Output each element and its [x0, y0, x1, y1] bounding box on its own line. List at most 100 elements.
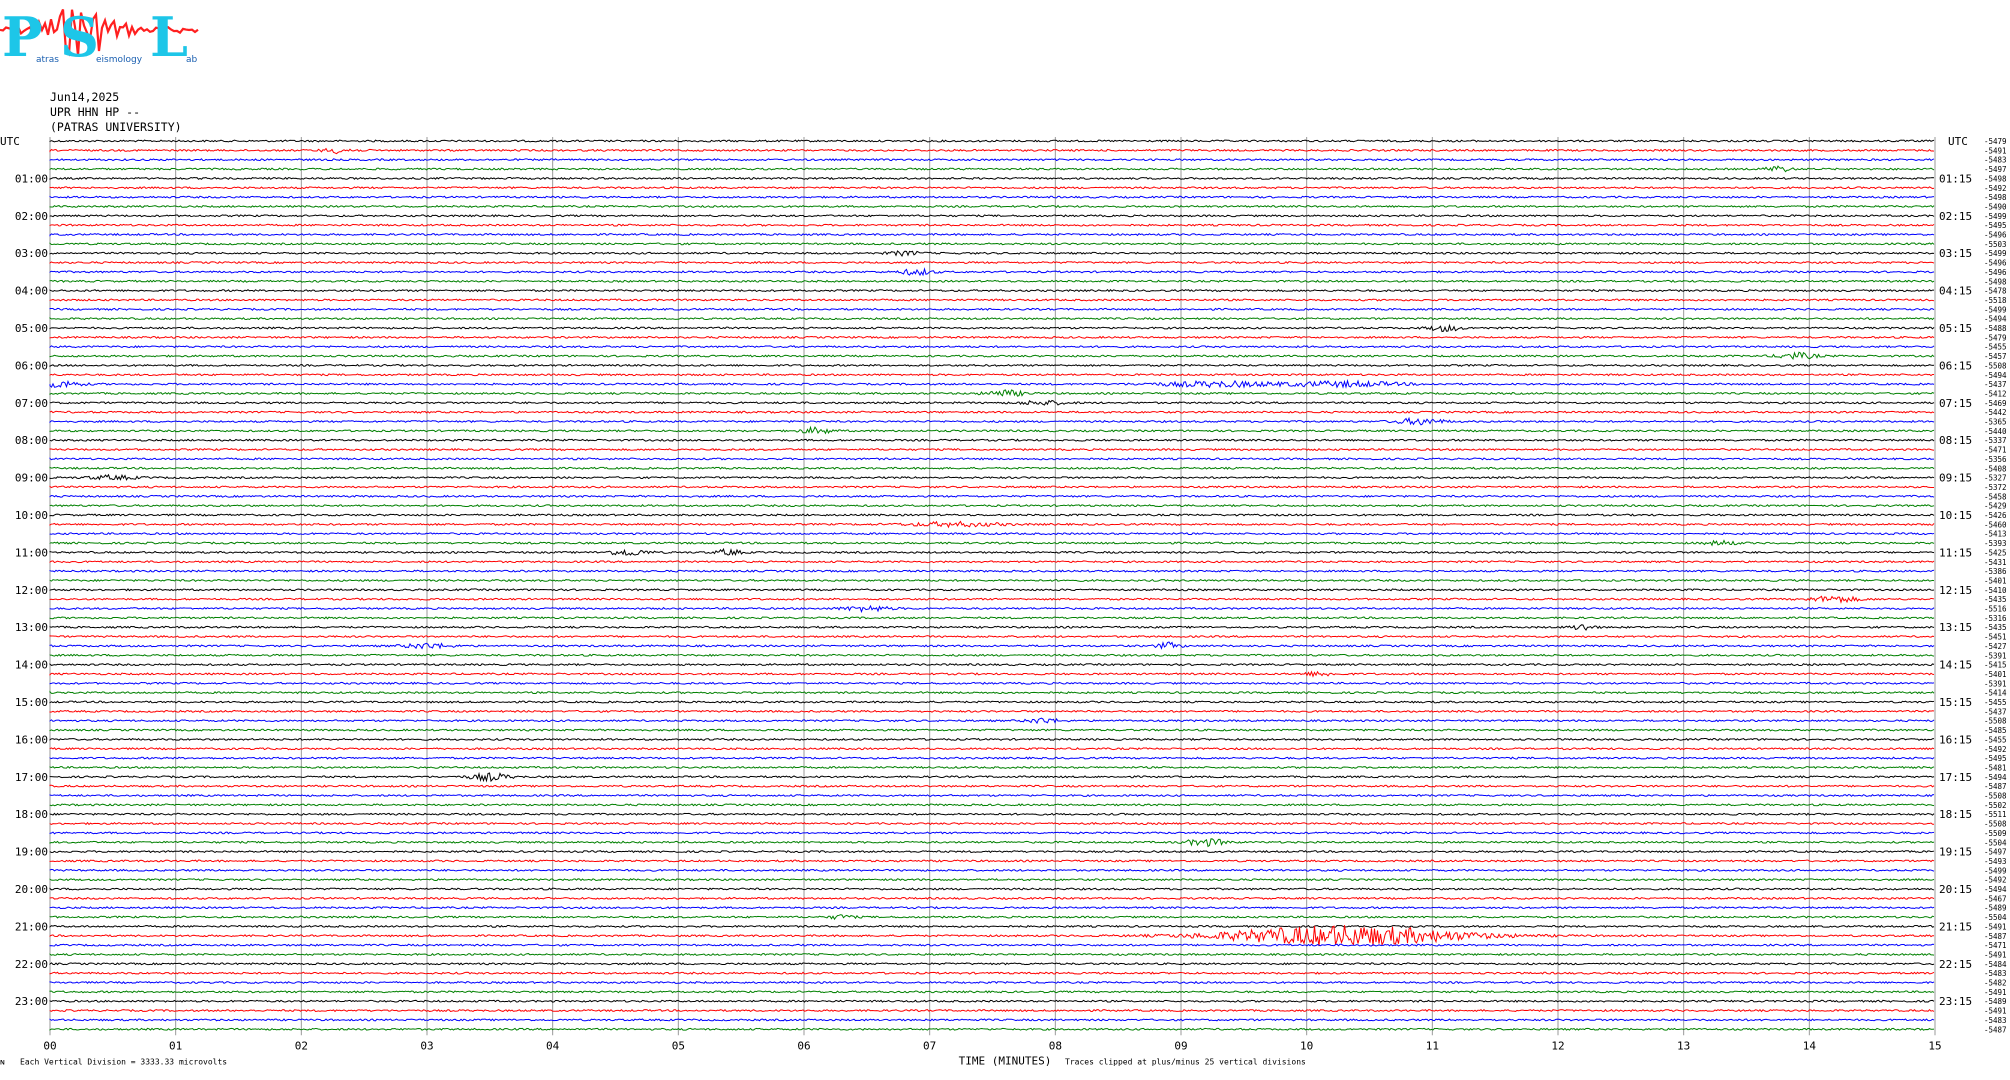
trace-offset-label: -5492 [1984, 745, 2007, 754]
right-hour-label: 06:15 [1939, 359, 1972, 372]
trace-offset-label: -5492 [1984, 876, 2007, 885]
trace-offset-label: -5458 [1984, 492, 2007, 501]
seismic-trace [49, 560, 1935, 564]
left-hour-label: 17:00 [15, 771, 48, 784]
trace-offset-label: -5498 [1984, 193, 2007, 202]
left-hour-label: 05:00 [15, 322, 48, 335]
seismic-trace [49, 410, 1935, 414]
seismic-trace [49, 279, 1935, 283]
trace-offset-label: -5471 [1984, 941, 2007, 950]
clip-note: Traces clipped at plus/minus 25 vertical… [1065, 1057, 1306, 1066]
trace-offset-label: -5491 [1984, 988, 2007, 997]
trace-offset-label: -5469 [1984, 399, 2007, 408]
left-hour-label: 21:00 [15, 920, 48, 933]
trace-offset-label: -5511 [1984, 810, 2007, 819]
trace-offset-label: -5498 [1984, 174, 2007, 183]
seismic-trace [49, 962, 1935, 966]
trace-offset-label: -5481 [1984, 763, 2007, 772]
seismic-trace [49, 416, 1935, 426]
trace-offset-label: -5483 [1984, 969, 2007, 978]
left-hour-label: 16:00 [15, 733, 48, 746]
trace-offset-label: -5413 [1984, 530, 2007, 539]
seismic-trace [49, 634, 1935, 639]
seismic-trace [49, 604, 1935, 614]
x-tick-label: 02 [295, 1039, 308, 1052]
seismic-trace [49, 335, 1935, 339]
trace-offset-label: -5504 [1984, 913, 2007, 922]
right-hour-label: 21:15 [1939, 920, 1972, 933]
trace-offset-label: -5516 [1984, 605, 2007, 614]
x-tick-label: 00 [43, 1039, 56, 1052]
trace-offset-label: -5471 [1984, 446, 2007, 455]
left-utc-title: UTC [0, 135, 20, 148]
seismic-trace [49, 624, 1935, 631]
trace-offset-label: -5460 [1984, 520, 2007, 529]
trace-offset-label: -5494 [1984, 773, 2007, 782]
right-hour-label: 14:15 [1939, 659, 1972, 672]
left-hour-label: 03:00 [15, 247, 48, 260]
trace-offset-label: -5494 [1984, 885, 2007, 894]
seismic-trace [49, 232, 1935, 237]
seismic-trace [49, 485, 1935, 489]
seismic-trace [49, 831, 1935, 835]
left-hour-label: 08:00 [15, 434, 48, 447]
x-tick-label: 11 [1426, 1039, 1439, 1052]
trace-offset-label: -5427 [1984, 642, 2007, 651]
trace-offset-label: -5499 [1984, 305, 2007, 314]
trace-offset-label: -5495 [1984, 221, 2007, 230]
trace-offset-label: -5499 [1984, 866, 2007, 875]
trace-offset-label: -5487 [1984, 782, 2007, 791]
seismic-traces [49, 139, 1935, 1031]
seismic-trace [49, 924, 1935, 929]
trace-offset-label: -5496 [1984, 259, 2007, 268]
left-hour-label: 06:00 [15, 359, 48, 372]
trace-offset-label: -5491 [1984, 950, 2007, 959]
seismic-trace [49, 351, 1935, 361]
seismic-trace [49, 569, 1935, 573]
trace-offset-label: -5365 [1984, 418, 2007, 427]
seismic-trace [49, 158, 1935, 162]
trace-offset-label: -5493 [1984, 857, 2007, 866]
right-hour-label: 02:15 [1939, 210, 1972, 223]
right-hour-label: 22:15 [1939, 958, 1972, 971]
left-hour-label: 10:00 [15, 509, 48, 522]
trace-offset-label: -5498 [1984, 277, 2007, 286]
trace-offset-label: -5508 [1984, 361, 2007, 370]
trace-offset-label: -5440 [1984, 427, 2007, 436]
trace-offset-label: -5316 [1984, 614, 2007, 623]
left-hour-label: 04:00 [15, 285, 48, 298]
trace-offset-label: -5356 [1984, 455, 2007, 464]
trace-offset-label: -5391 [1984, 679, 2007, 688]
left-hour-label: 14:00 [15, 659, 48, 672]
seismic-trace [49, 887, 1935, 891]
seismic-trace [49, 925, 1935, 947]
trace-offset-label: -5478 [1984, 287, 2007, 296]
trace-offset-label: -5457 [1984, 352, 2007, 361]
x-tick-label: 08 [1049, 1039, 1062, 1052]
seismic-trace [49, 793, 1935, 798]
trace-offset-label: -5491 [1984, 1007, 2007, 1016]
x-tick-label: 01 [169, 1039, 182, 1052]
left-hour-label: 13:00 [15, 621, 48, 634]
left-hour-label: 20:00 [15, 883, 48, 896]
seismic-trace [49, 653, 1935, 657]
trace-offset-label: -5494 [1984, 315, 2007, 324]
x-tick-label: 15 [1928, 1039, 1941, 1052]
seismic-trace [49, 999, 1935, 1003]
seismic-trace [49, 316, 1935, 321]
trace-offset-label: -5327 [1984, 474, 2007, 483]
trace-offset-label: -5483 [1984, 156, 2007, 165]
right-hour-label: 20:15 [1939, 883, 1972, 896]
trace-offset-label: -5455 [1984, 735, 2007, 744]
seismic-trace [49, 1027, 1935, 1031]
seismic-trace [49, 952, 1935, 957]
seismic-trace [49, 204, 1935, 209]
trace-offset-label: -5503 [1984, 240, 2007, 249]
trace-offset-label: -5489 [1984, 904, 2007, 913]
left-hour-label: 18:00 [15, 808, 48, 821]
seismic-trace [49, 595, 1935, 604]
seismic-trace [49, 307, 1935, 311]
seismic-trace [49, 868, 1935, 872]
right-hour-label: 18:15 [1939, 808, 1972, 821]
trace-offset-label: -5482 [1984, 979, 2007, 988]
